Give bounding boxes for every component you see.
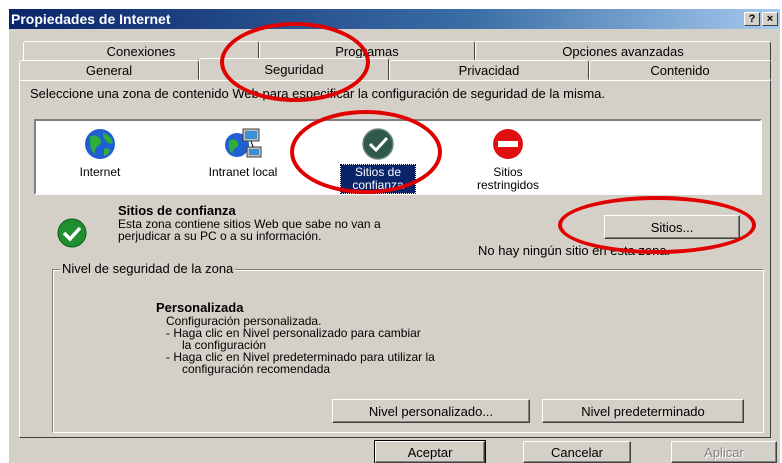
zone-sitios-confianza[interactable]: Sitios de confianza [334, 127, 422, 194]
apply-button[interactable]: Aplicar [671, 441, 777, 463]
network-icon [223, 127, 263, 161]
security-tab-panel: Seleccione una zona de contenido Web par… [19, 80, 771, 438]
no-entry-icon [488, 127, 528, 161]
zone-description: Esta zona contiene sitios Web que sabe n… [118, 217, 381, 243]
check-icon [358, 127, 398, 161]
internet-properties-dialog: Propiedades de Internet ? × Conexiones P… [8, 8, 780, 463]
help-button[interactable]: ? [744, 12, 760, 26]
check-icon [56, 217, 88, 249]
cancel-button[interactable]: Cancelar [523, 441, 631, 463]
tab-general[interactable]: General [19, 60, 199, 80]
sites-button[interactable]: Sitios... [604, 215, 740, 239]
zone-internet[interactable]: Internet [60, 127, 140, 180]
intro-text: Seleccione una zona de contenido Web par… [30, 86, 606, 101]
custom-level-button[interactable]: Nivel personalizado... [332, 399, 530, 423]
ok-button[interactable]: Aceptar [374, 440, 486, 463]
level-description: Configuración personalizada. - Haga clic… [166, 314, 435, 376]
tab-opciones-avanzadas[interactable]: Opciones avanzadas [475, 41, 771, 61]
zone-sitios-restringidos[interactable]: Sitios restringidos [466, 127, 550, 193]
group-legend: Nivel de seguridad de la zona [60, 261, 236, 276]
zone-title: Sitios de confianza [118, 203, 236, 218]
dialog-title: Propiedades de Internet [11, 11, 171, 27]
tab-privacidad[interactable]: Privacidad [389, 60, 589, 80]
tab-seguridad[interactable]: Seguridad [199, 58, 389, 80]
globe-icon [80, 127, 120, 161]
zone-list: Internet Intranet local Sitios de confia… [34, 119, 762, 195]
level-title: Personalizada [156, 300, 244, 315]
title-bar: Propiedades de Internet ? × [9, 9, 780, 29]
tab-contenido[interactable]: Contenido [589, 60, 771, 80]
no-sites-text: No hay ningún sitio en esta zona. [478, 243, 671, 258]
zone-intranet-local[interactable]: Intranet local [194, 127, 292, 180]
default-level-button[interactable]: Nivel predeterminado [542, 399, 744, 423]
close-button[interactable]: × [762, 12, 778, 26]
